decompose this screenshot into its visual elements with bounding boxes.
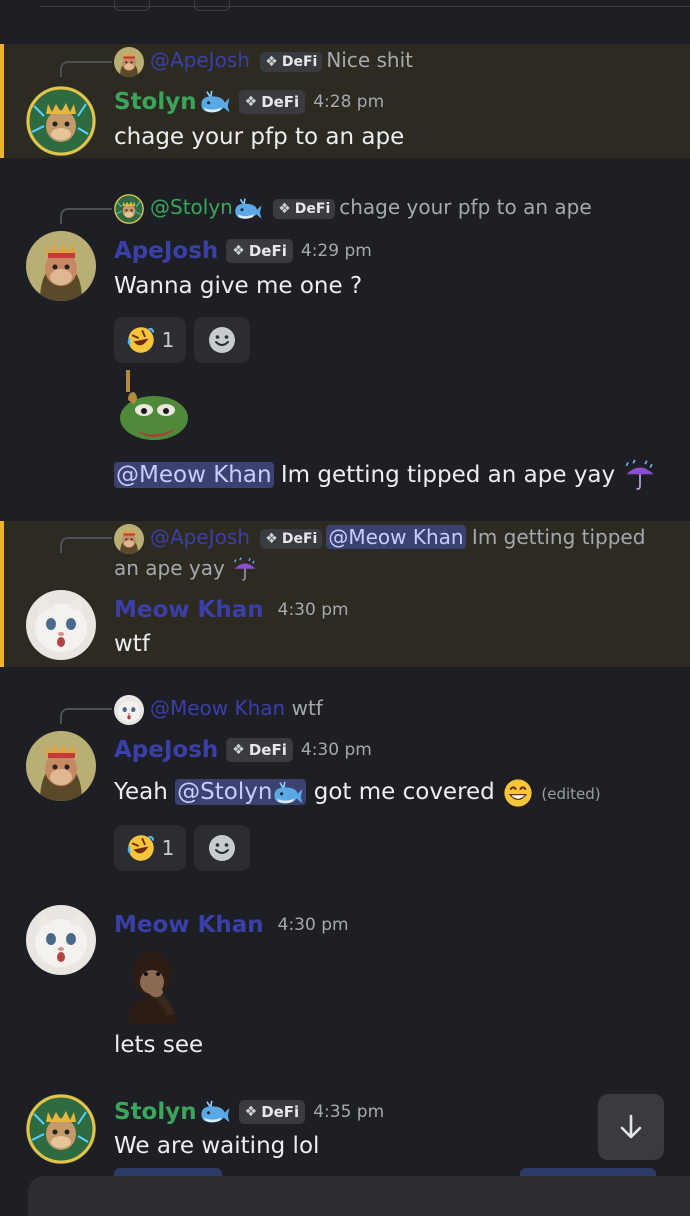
reaction-stub	[194, 0, 230, 11]
whale-icon	[199, 1099, 231, 1125]
add-reaction-button[interactable]	[194, 317, 250, 363]
reply-avatar	[114, 194, 144, 224]
diamond-icon: ❖	[232, 243, 245, 259]
edited-label: (edited)	[541, 785, 601, 803]
pepe-hanging-sticker[interactable]	[114, 370, 194, 450]
user-mention[interactable]: @Meow Khan	[114, 462, 274, 488]
reply-text-cont: an ape yay	[114, 553, 664, 584]
sticker-image	[120, 370, 188, 440]
reply-preview[interactable]: @ApeJosh ❖ DeFi @Meow Khan Im getting tipp…	[114, 522, 674, 554]
reaction-rofl[interactable]: 1	[114, 317, 186, 363]
reply-avatar	[114, 695, 144, 725]
reply-text: Nice shit	[326, 48, 413, 72]
reaction-count: 1	[161, 836, 175, 860]
diamond-icon: ❖	[278, 200, 291, 217]
avatar[interactable]	[26, 731, 96, 801]
message-header: ApeJosh ❖ DeFi 4:30 pm	[114, 733, 372, 767]
arrow-down-icon	[620, 1114, 642, 1139]
reply-preview[interactable]: @Stolyn ❖ DeFi chage your pfp to an ape	[114, 192, 664, 224]
role-tag: ❖ DeFi	[238, 90, 306, 114]
reply-avatar	[114, 47, 144, 77]
timestamp: 4:28 pm	[313, 92, 385, 112]
reply-preview[interactable]: @Meow Khan wtf	[114, 693, 664, 725]
grinning-icon	[502, 777, 534, 809]
reply-connector	[60, 708, 112, 724]
message-header: Stolyn ❖ DeFi 4:35 pm	[114, 1095, 384, 1129]
avatar[interactable]	[26, 905, 96, 975]
user-mention[interactable]: @Meow Khan	[326, 525, 466, 549]
reply-author[interactable]: @ApeJosh	[150, 525, 250, 549]
timestamp: 4:35 pm	[313, 1102, 385, 1122]
add-reaction-button[interactable]	[194, 825, 250, 871]
timestamp: 4:30 pm	[277, 600, 349, 620]
message-header: Stolyn ❖ DeFi 4:28 pm	[114, 85, 384, 119]
avatar[interactable]	[26, 231, 96, 301]
reply-author[interactable]: @ApeJosh	[150, 48, 250, 72]
message-text: We are waiting lol	[114, 1133, 320, 1159]
message-text: Wanna give me one ?	[114, 273, 363, 299]
reply-avatar	[114, 524, 144, 554]
reply-text: chage your pfp to an ape	[339, 195, 592, 219]
reaction-rofl[interactable]: 1	[114, 825, 186, 871]
thinking-chimp-sticker[interactable]	[114, 944, 194, 1024]
timestamp: 4:29 pm	[300, 241, 372, 261]
author-name[interactable]: Meow Khan	[114, 597, 264, 623]
message-header: Meow Khan 4:30 pm	[114, 593, 349, 627]
rofl-icon	[126, 325, 156, 355]
avatar[interactable]	[26, 590, 96, 660]
reply-preview[interactable]: @ApeJosh ❖ DeFi Nice shit	[114, 45, 664, 77]
reply-connector	[60, 208, 112, 224]
message-text: Yeah @Stolyn got me covered (edited)	[114, 775, 601, 811]
reaction-count: 1	[161, 328, 175, 352]
whale-icon	[272, 780, 304, 806]
message-text: lets see	[114, 1032, 204, 1058]
role-tag: ❖ DeFi	[226, 738, 293, 762]
diamond-icon: ❖	[244, 1104, 258, 1120]
umbrella-icon	[622, 459, 658, 493]
message-composer[interactable]	[28, 1176, 690, 1216]
role-tag: ❖ DeFi	[260, 528, 323, 549]
role-tag: ❖ DeFi	[226, 239, 293, 263]
rofl-icon	[126, 833, 156, 863]
avatar[interactable]	[26, 86, 96, 156]
message-header: Meow Khan 4:30 pm	[114, 908, 349, 942]
user-mention[interactable]: @Stolyn	[175, 779, 307, 806]
timestamp: 4:30 pm	[300, 740, 372, 760]
smile-icon	[209, 327, 235, 353]
author-name[interactable]: Stolyn	[114, 1099, 197, 1125]
reply-author[interactable]: @Meow Khan	[150, 696, 285, 720]
diamond-icon: ❖	[265, 53, 278, 70]
diamond-icon: ❖	[265, 530, 278, 547]
reply-text: Im getting tipped	[471, 525, 646, 549]
reply-text: wtf	[291, 696, 323, 720]
jump-to-latest-button[interactable]	[598, 1094, 664, 1160]
message-text: @Meow Khan Im getting tipped an ape yay	[114, 458, 658, 493]
diamond-icon: ❖	[232, 742, 245, 758]
sticker-image	[128, 952, 178, 1024]
diamond-icon: ❖	[244, 94, 258, 110]
role-tag: ❖ DeFi	[260, 51, 323, 72]
author-name[interactable]: ApeJosh	[114, 238, 218, 264]
role-tag: ❖ DeFi	[238, 1100, 306, 1124]
message-text: wtf	[114, 631, 150, 657]
message-text: chage your pfp to an ape	[114, 124, 405, 150]
whale-icon	[199, 89, 231, 115]
avatar[interactable]	[26, 1094, 96, 1164]
whale-icon	[233, 197, 263, 221]
smile-icon	[209, 835, 235, 861]
author-name[interactable]: Meow Khan	[114, 912, 264, 938]
author-name[interactable]: Stolyn	[114, 89, 197, 115]
reply-connector	[60, 61, 112, 77]
umbrella-icon	[231, 557, 259, 583]
timestamp: 4:30 pm	[277, 915, 349, 935]
reply-connector	[60, 537, 112, 553]
author-name[interactable]: ApeJosh	[114, 737, 218, 763]
message-header: ApeJosh ❖ DeFi 4:29 pm	[114, 234, 372, 268]
reaction-stub	[114, 0, 150, 11]
role-tag: ❖ DeFi	[273, 198, 336, 219]
reply-author[interactable]: @Stolyn	[150, 195, 233, 219]
